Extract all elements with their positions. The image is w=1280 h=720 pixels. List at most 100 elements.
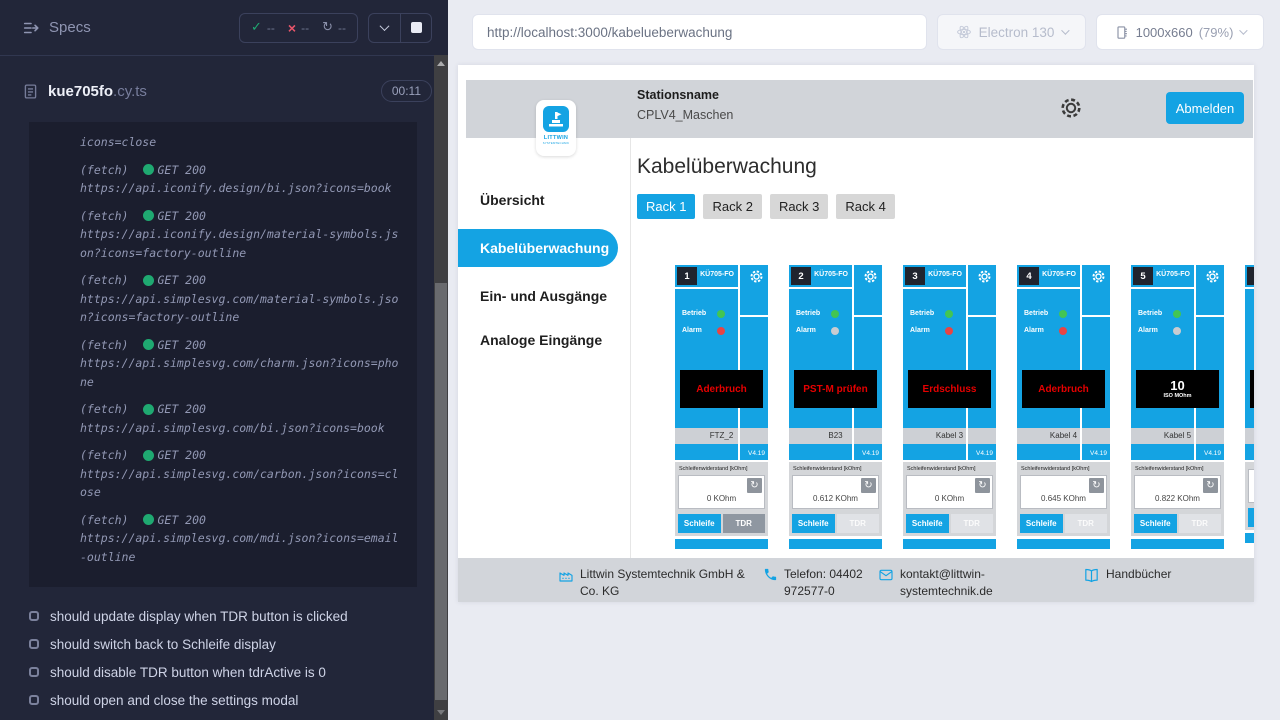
settings-gear-icon[interactable] <box>1059 96 1083 120</box>
stop-button[interactable] <box>400 14 431 42</box>
littwin-logo: LITTWIN SYSTEMTECHNIK <box>536 100 576 156</box>
card-gear-icon[interactable] <box>977 269 992 289</box>
app-viewport: LITTWIN SYSTEMTECHNIK Stationsname CPLV4… <box>458 65 1254 602</box>
status-display: Aderbruch <box>1022 370 1105 408</box>
schleife-button[interactable]: Schleife <box>1020 514 1063 533</box>
firmware-version: V4.19 <box>1204 450 1221 457</box>
refresh-icon[interactable]: ↻ <box>861 478 876 493</box>
schleife-button[interactable]: Schleife <box>792 514 835 533</box>
slot-number-badge: 3 <box>905 267 925 285</box>
sidebar-item-uebersicht[interactable]: Übersicht <box>458 181 618 219</box>
status-dot-icon <box>143 514 154 525</box>
schleife-button[interactable]: Schleife <box>906 514 949 533</box>
test-item[interactable]: should update display when TDR button is… <box>29 602 448 630</box>
tdr-button[interactable]: TDR <box>951 514 994 533</box>
refresh-icon[interactable]: ↻ <box>975 478 990 493</box>
tdr-button[interactable]: TDR <box>837 514 880 533</box>
request-url: https://api.simplesvg.com/mdi.json?icons… <box>80 529 402 566</box>
tab-rack-4[interactable]: Rack 4 <box>836 194 894 219</box>
schleife-button[interactable] <box>1248 508 1254 527</box>
tab-rack-3[interactable]: Rack 3 <box>770 194 828 219</box>
log-entry[interactable]: (fetch)GET 200 https://api.iconify.desig… <box>80 161 407 198</box>
measurement-value: 0.645 KOhm <box>1021 494 1106 503</box>
test-item[interactable]: should disable TDR button when tdrActive… <box>29 658 448 686</box>
measurement-label: Schleifenwiderstand [kOhm] <box>793 466 879 472</box>
failed-x-icon: × <box>288 21 296 35</box>
test-item[interactable]: should switch back to Schleife display <box>29 630 448 658</box>
tdr-button[interactable]: TDR <box>1065 514 1108 533</box>
collapse-button[interactable] <box>369 14 400 42</box>
littwin-logo-icon <box>543 106 569 132</box>
firmware-version: V4.19 <box>1090 450 1107 457</box>
schleife-button[interactable]: Schleife <box>1134 514 1177 533</box>
run-controls <box>368 13 432 43</box>
request-url: https://api.simplesvg.com/material-symbo… <box>80 290 402 327</box>
viewport-zoom: (79%) <box>1199 25 1234 40</box>
status-display <box>1250 370 1254 408</box>
header-divider <box>0 55 448 56</box>
test-pending-icon <box>29 611 39 621</box>
betrieb-led <box>945 310 953 318</box>
stat-passed: ✓-- <box>251 20 275 35</box>
refresh-icon[interactable]: ↻ <box>747 478 762 493</box>
viewport-size-selector[interactable]: 1000x660 (79%) <box>1096 14 1264 50</box>
measurement-value-box: ↻ 0 KOhm <box>906 475 993 509</box>
footer-email[interactable]: kontakt@littwin-systemtechnik.de <box>878 566 1006 601</box>
logout-button[interactable]: Abmelden <box>1166 92 1244 124</box>
refresh-icon[interactable]: ↻ <box>1089 478 1104 493</box>
schleife-button[interactable]: Schleife <box>678 514 721 533</box>
log-entry[interactable]: (fetch)GET 200 https://api.simplesvg.com… <box>80 271 407 327</box>
tdr-button[interactable]: TDR <box>723 514 766 533</box>
scrollbar-thumb[interactable] <box>435 283 447 700</box>
alarm-led <box>1173 327 1181 335</box>
reporter-scrollbar[interactable] <box>434 55 448 720</box>
measurement-label: Schleifenwiderstand [kOhm] <box>1021 466 1107 472</box>
measurement-value: 0.822 KOhm <box>1135 494 1220 503</box>
test-pending-icon <box>29 639 39 649</box>
refresh-icon[interactable]: ↻ <box>1203 478 1218 493</box>
browser-selector[interactable]: Electron 130 <box>937 14 1086 50</box>
station-label: Stationsname <box>637 88 733 102</box>
tab-rack-1[interactable]: Rack 1 <box>637 194 695 219</box>
card-gear-icon[interactable] <box>1091 269 1106 289</box>
browser-pane: http://localhost:3000/kabelueberwachung … <box>448 0 1280 720</box>
specs-list-icon <box>22 19 40 37</box>
card-bottom-strip <box>903 539 996 549</box>
footer-manuals[interactable]: Handbücher <box>1083 566 1171 584</box>
status-dot-icon <box>143 339 154 350</box>
log-entry[interactable]: (fetch)GET 200 https://api.simplesvg.com… <box>80 336 407 392</box>
tdr-button[interactable]: TDR <box>1179 514 1222 533</box>
scroll-down-icon[interactable] <box>437 710 445 715</box>
status-dot-icon <box>143 404 154 415</box>
footer-company: Littwin Systemtechnik GmbH & Co. KG <box>558 566 754 601</box>
sidebar-item-ein-und-ausgaenge[interactable]: Ein- und Ausgänge <box>458 277 618 315</box>
station-name: CPLV4_Maschen <box>637 108 733 122</box>
test-stats: ✓-- ×-- ↻-- <box>239 13 358 43</box>
spec-file-row[interactable]: kue705fo.cy.ts 00:11 <box>22 75 432 107</box>
sidebar-item-kabelueberwachung[interactable]: Kabelüberwachung <box>458 229 618 267</box>
url-bar[interactable]: http://localhost:3000/kabelueberwachung <box>472 14 927 50</box>
sidebar-item-analoge-eingaenge[interactable]: Analoge Eingänge <box>458 321 618 359</box>
card-gear-icon[interactable] <box>749 269 764 289</box>
measurement-label: Schleifenwiderstand [kOhm] <box>907 466 993 472</box>
card-bottom-strip <box>675 539 768 549</box>
request-url: https://api.iconify.design/material-symb… <box>80 225 402 262</box>
tab-rack-2[interactable]: Rack 2 <box>703 194 761 219</box>
specs-menu-button[interactable]: Specs <box>22 19 91 37</box>
log-continuation-line[interactable]: icons=close <box>80 133 407 152</box>
ruler-icon <box>1115 25 1130 40</box>
measurement-panel: Schleifenwiderstand [kOhm] ↻ 0.612 KOhm … <box>789 462 882 536</box>
log-entry[interactable]: (fetch)GET 200 https://api.simplesvg.com… <box>80 446 407 502</box>
log-entry[interactable]: (fetch)GET 200 https://api.simplesvg.com… <box>80 400 407 437</box>
card-bottom-strip <box>789 539 882 549</box>
electron-icon <box>956 24 972 40</box>
card-gear-icon[interactable] <box>1205 269 1220 289</box>
card-gear-icon[interactable] <box>863 269 878 289</box>
log-entry[interactable]: (fetch)GET 200 https://api.iconify.desig… <box>80 207 407 263</box>
scroll-up-icon[interactable] <box>437 61 445 66</box>
email-icon <box>878 567 894 583</box>
device-title: KÜ705-FO <box>812 271 850 278</box>
firmware-version: V4.19 <box>862 450 879 457</box>
test-item[interactable]: should open and close the settings modal <box>29 686 448 714</box>
log-entry[interactable]: (fetch)GET 200 https://api.simplesvg.com… <box>80 511 407 567</box>
